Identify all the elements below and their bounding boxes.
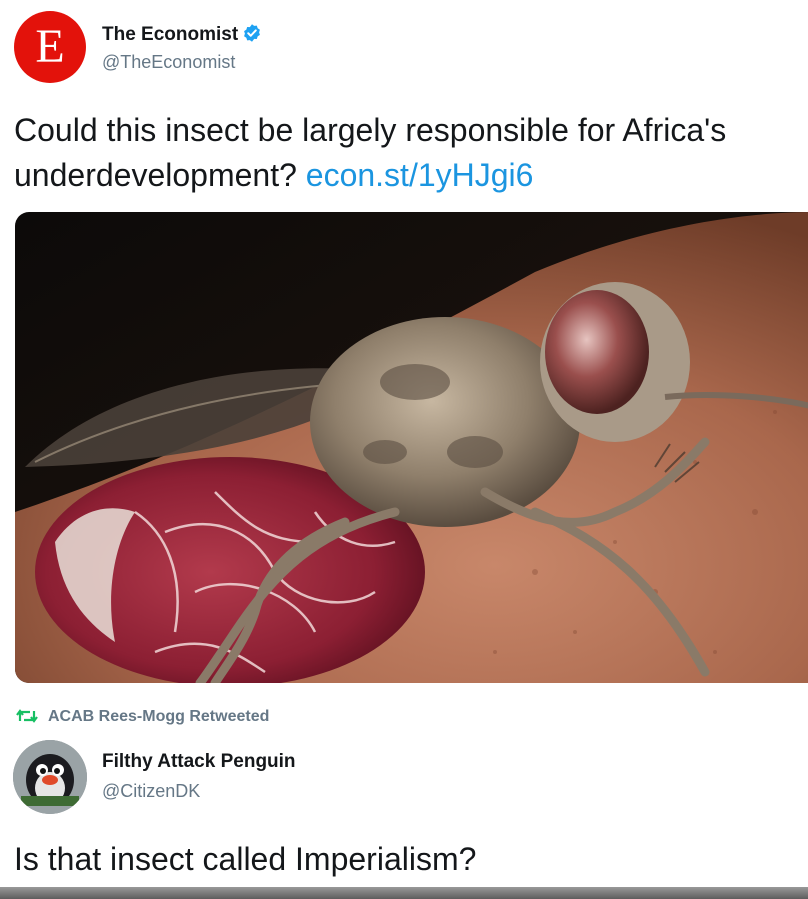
retweeted-by-label: ACAB Rees-Mogg Retweeted [48,708,270,725]
retweet-author-name[interactable]: Filthy Attack Penguin [102,751,296,773]
author-name[interactable]: The Economist [102,24,238,45]
tweet-text-line-2: underdevelopment? econ.st/1yHJgi6 [14,153,808,198]
tweet-photo[interactable] [15,212,808,683]
verified-badge-icon [244,24,261,42]
avatar-letter: E [35,20,65,73]
retweet-indicator[interactable]: ACAB Rees-Mogg Retweeted [16,708,269,726]
tsetse-fly-image [15,212,808,683]
author-name-row[interactable]: The Economist [102,23,262,46]
penguin-avatar[interactable] [13,740,87,814]
penguin-avatar-image [13,740,87,814]
retweet-icon [16,709,38,723]
tweet-link[interactable]: econ.st/1yHJgi6 [306,157,534,193]
tweet-text: Could this insect be largely responsible… [14,108,808,198]
tweet-text-line-2-text: underdevelopment? [14,157,297,193]
retweet-text: Is that insect called Imperialism? [14,841,477,877]
economist-avatar[interactable]: E [14,11,86,83]
author-handle[interactable]: @TheEconomist [102,52,235,73]
bottom-border [0,887,808,899]
retweet-author-handle[interactable]: @CitizenDK [102,781,200,802]
tweet-text-line-1: Could this insect be largely responsible… [14,112,727,148]
